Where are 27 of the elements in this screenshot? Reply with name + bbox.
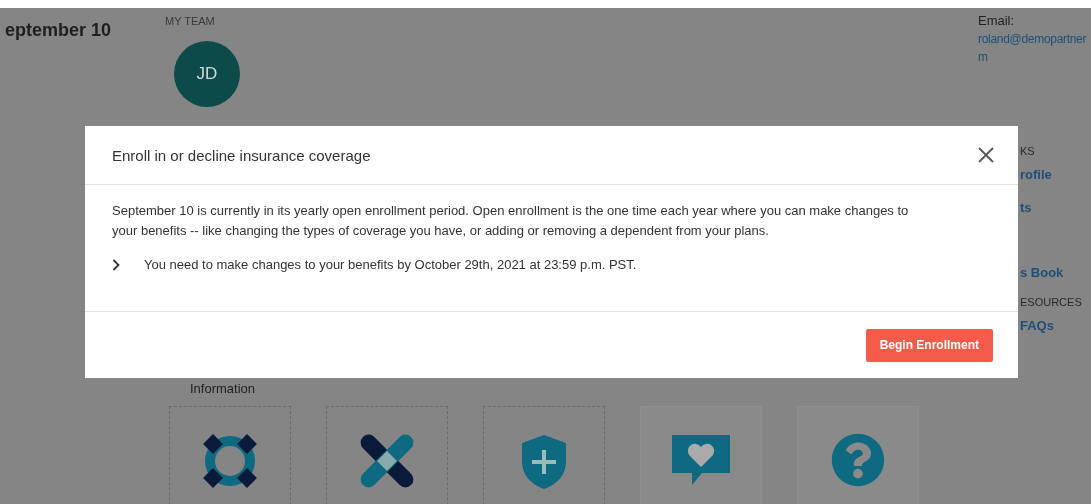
close-icon[interactable] [978, 147, 994, 163]
link-group-heading: KS [1020, 145, 1036, 157]
tile-card[interactable] [483, 406, 605, 504]
chevron-right-icon[interactable] [112, 258, 120, 271]
page-title: eptember 10 [5, 20, 113, 41]
sidebar-link[interactable]: FAQs [1020, 318, 1091, 333]
tile-card[interactable] [169, 406, 291, 504]
email-label: Email: [978, 12, 1016, 30]
tile-card[interactable] [326, 406, 448, 504]
section-heading: MY TEAM [165, 15, 216, 27]
dialog-title: Enroll in or decline insurance coverage [112, 146, 371, 164]
email-link[interactable]: m [978, 48, 1091, 66]
begin-enrollment-button[interactable]: Begin Enrollment [865, 328, 993, 362]
tile-card[interactable] [640, 406, 762, 504]
link-group-heading: ESOURCES [1020, 296, 1083, 308]
help-icon [831, 433, 885, 487]
deadline-text: You need to make changes to your benefits by October 29th, 2021 at 23:59 p.m. PST. [144, 257, 637, 272]
sidebar-link[interactable]: rofile [1020, 167, 1091, 182]
shield-plus-icon [519, 433, 569, 491]
avatar[interactable]: JD [174, 41, 240, 107]
sidebar-link[interactable]: ts [1020, 200, 1091, 215]
email-link[interactable]: roland@demopartner [978, 30, 1091, 48]
lifebuoy-icon [202, 433, 258, 489]
sidebar-link[interactable]: s Book [1020, 265, 1091, 280]
dialog-body-text: September 10 is currently in its yearly open enrollment period. Open enrollment is the one time each year where you can make changes to your benefits -- like changing the types of coverage you have, or adding or removing a dependent from your plans. [112, 202, 910, 240]
tile-card[interactable] [797, 406, 919, 504]
section-label: Information [190, 381, 257, 396]
